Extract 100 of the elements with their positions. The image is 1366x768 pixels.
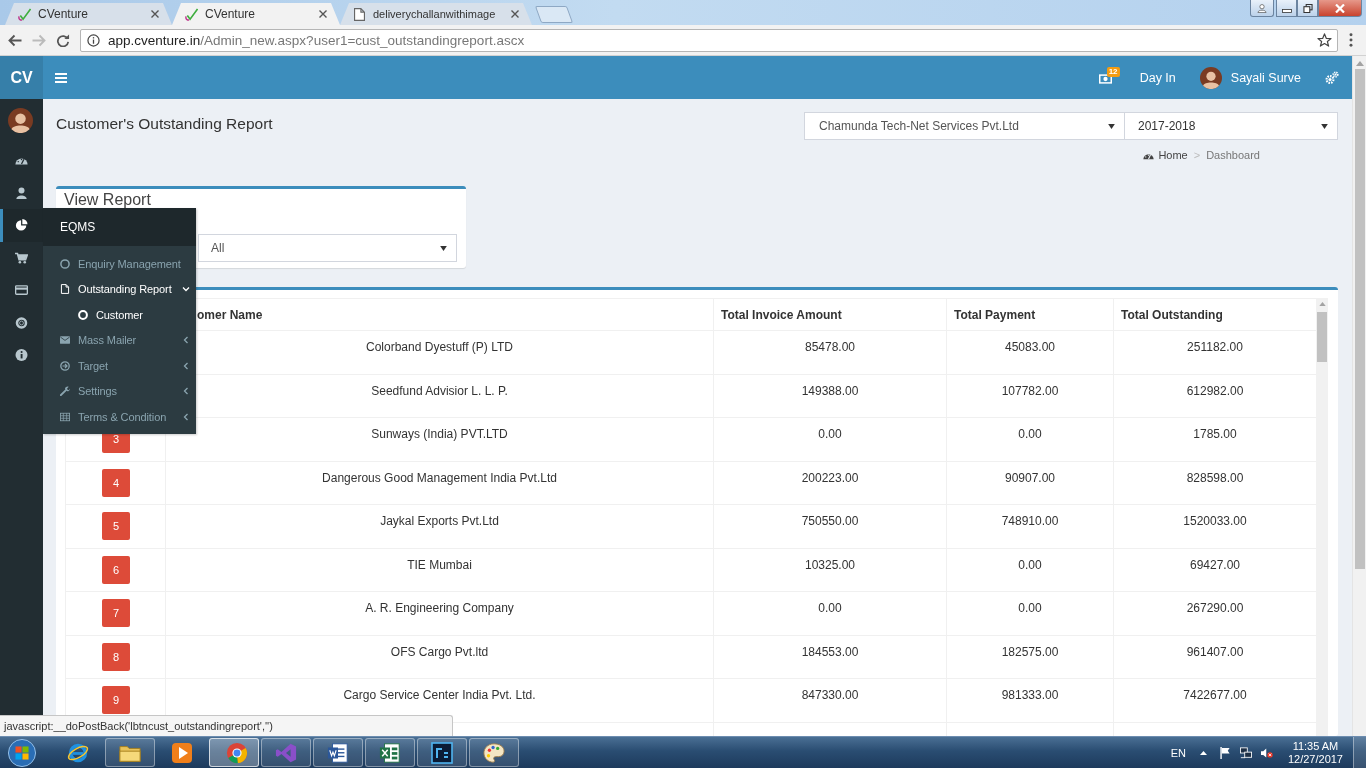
breadcrumb-current: Dashboard [1206, 148, 1260, 162]
url-path: /Admin_new.aspx?user1=cust_outstandingreport.ascx [200, 32, 525, 48]
credit-card-icon [15, 284, 28, 297]
year-select[interactable]: 2017-2018 [1125, 112, 1338, 140]
table-cell: 200223.00 [714, 461, 947, 504]
menu-item[interactable]: Outstanding Report [43, 276, 196, 302]
browser-tab[interactable]: deliverychallanwithimage [340, 3, 532, 25]
column-header: Total Invoice Amount [714, 299, 947, 330]
show-desktop-button[interactable] [1353, 737, 1366, 768]
breadcrumb-separator: > [1193, 148, 1201, 162]
document-app-icon [327, 741, 349, 764]
table-cell: Dangerous Good Management India Pvt.Ltd [166, 461, 714, 504]
avatar-icon[interactable] [8, 108, 33, 133]
table-cell: 0.00 [714, 418, 947, 461]
row-number-badge: 6 [102, 555, 130, 584]
page-title: Customer's Outstanding Report [56, 115, 273, 133]
browser-logo-icon [225, 741, 248, 764]
close-window-button[interactable] [1318, 0, 1362, 17]
address-bar[interactable]: app.cventure.in/Admin_new.aspx?user1=cust_outstandingreport.ascx [80, 28, 1338, 52]
reload-icon[interactable] [56, 33, 70, 47]
taskbar-button[interactable] [105, 738, 155, 767]
taskbar-button[interactable] [365, 738, 415, 767]
globe-e-icon [67, 741, 89, 764]
breadcrumb-link[interactable]: Home [1143, 148, 1188, 162]
info-icon [15, 349, 28, 362]
caret-icon [440, 245, 447, 251]
table-cell: 847330.00 [714, 679, 947, 722]
table-icon [60, 411, 70, 422]
menu-icon[interactable] [55, 72, 67, 83]
browser-tab[interactable]: CVenture [172, 3, 340, 25]
checkmark-icon [18, 7, 31, 21]
sidebar-item[interactable] [0, 209, 43, 242]
close-icon[interactable] [151, 10, 159, 18]
ring-icon [78, 309, 88, 320]
table-cell: A. R. Engineering Company [166, 592, 714, 635]
language-indicator[interactable]: EN [1170, 746, 1186, 759]
table-cell: 748910.00 [947, 505, 1114, 548]
user-icon [15, 186, 28, 199]
flag-icon[interactable] [1218, 746, 1231, 759]
more-menu-icon[interactable] [1349, 33, 1353, 47]
settings-icon[interactable] [1325, 70, 1339, 85]
close-icon [1335, 3, 1345, 13]
restore-button[interactable] [1297, 0, 1318, 17]
table-cell: 45083.00 [947, 331, 1114, 374]
back-arrow-icon[interactable] [8, 33, 22, 47]
browser-tab[interactable]: CVenture [5, 3, 172, 25]
info-icon[interactable] [87, 33, 100, 47]
taskbar-button[interactable] [417, 738, 467, 767]
table-cell: 0.00 [947, 418, 1114, 461]
user-menu[interactable]: Sayali Surve [1199, 66, 1301, 89]
menu-title: EQMS [43, 208, 196, 246]
document-icon [60, 284, 70, 295]
clock[interactable]: 11:35 AM 12/27/2017 [1287, 739, 1343, 766]
table-cell: 0.00 [714, 592, 947, 635]
count-badge: 12 [1106, 66, 1120, 77]
company-select[interactable]: Chamunda Tech-Net Services Pvt.Ltd [804, 112, 1125, 140]
table-cell: Jaykal Exports Pvt.Ltd [166, 505, 714, 548]
spreadsheet-app-icon [379, 741, 401, 764]
start-orb-icon[interactable] [8, 738, 36, 767]
status-url-text: javascript:__doPostBack('lbtncust_outstandingreport','') [0, 715, 453, 736]
minimize-button[interactable] [1276, 0, 1297, 17]
user-switch-button[interactable] [1250, 0, 1274, 17]
day-in-link[interactable]: Day In [1139, 70, 1176, 85]
table-cell: TIE Mumbai [166, 548, 714, 591]
table-cell: 0.00 [947, 592, 1114, 635]
row-number-badge: 7 [102, 599, 130, 628]
panel-title: View Report [64, 191, 151, 208]
scrollbar-thumb[interactable] [1317, 312, 1327, 362]
lifebuoy-icon [15, 316, 28, 329]
person-icon [1257, 3, 1267, 13]
restore-icon [1302, 3, 1313, 13]
play-icon [171, 741, 193, 764]
row-number-badge: 9 [102, 686, 130, 715]
ring-icon [60, 258, 70, 269]
taskbar-button[interactable] [469, 738, 519, 767]
filter-select[interactable]: All [198, 234, 457, 262]
table-cell: OFS Cargo Pvt.ltd [166, 635, 714, 678]
close-icon[interactable] [511, 10, 519, 18]
table-cell: 10325.00 [714, 548, 947, 591]
row-number-badge: 4 [102, 468, 130, 497]
taskbar-button[interactable] [313, 738, 363, 767]
scrollbar-thumb[interactable] [1354, 69, 1365, 569]
network-icon[interactable] [1239, 746, 1252, 759]
document-icon [353, 7, 366, 21]
avatar-icon [1199, 66, 1222, 89]
table-cell: 107782.00 [947, 374, 1114, 417]
menu-item[interactable]: Enquiry Management [43, 251, 196, 277]
url-host: app.cventure.in [108, 32, 201, 48]
bookmark-star-icon[interactable] [1317, 33, 1332, 47]
row-number-badge: 5 [102, 512, 130, 541]
chevron-up-icon[interactable] [1199, 750, 1207, 755]
table-cell: 90907.00 [947, 461, 1114, 504]
minimize-icon [1281, 8, 1292, 13]
speaker-muted-icon[interactable] [1260, 746, 1273, 759]
table-cell: 149388.00 [714, 374, 947, 417]
app-logo[interactable]: CV [0, 56, 43, 99]
close-icon[interactable] [319, 10, 327, 18]
wrench-icon [60, 386, 70, 397]
table-cell: 981333.00 [947, 679, 1114, 722]
banknote-icon [1098, 74, 1112, 84]
